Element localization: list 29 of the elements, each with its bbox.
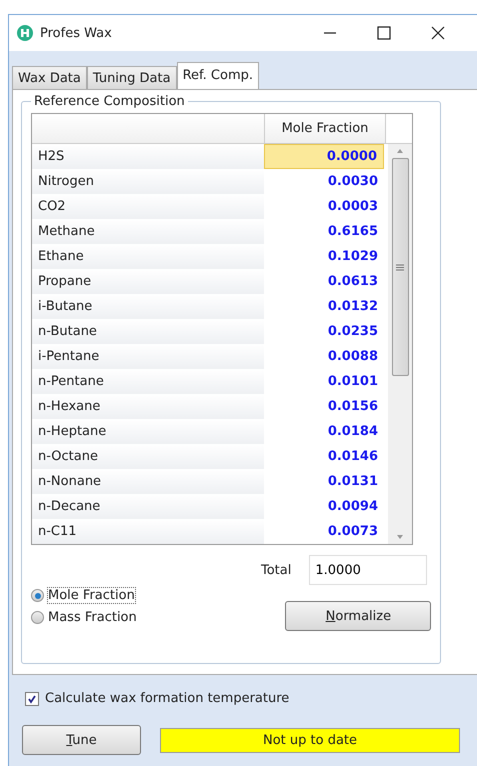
app-logo-icon	[17, 25, 33, 41]
total-label: Total	[261, 562, 292, 578]
radio-label: Mass Fraction	[48, 610, 137, 625]
tab[interactable]: Tuning Data	[86, 66, 177, 89]
status-bar: Not up to date	[160, 728, 460, 752]
checkbox[interactable]	[25, 692, 39, 706]
close-icon[interactable]	[431, 26, 445, 40]
tab[interactable]: Ref. Comp.	[176, 62, 260, 89]
radio-button[interactable]	[31, 611, 44, 624]
window-title: Profes Wax	[40, 26, 112, 40]
checkbox-option[interactable]: Calculate wax formation temperature	[25, 691, 477, 706]
checkbox-label: Calculate wax formation temperature	[45, 691, 290, 706]
radio-button[interactable]	[31, 589, 44, 602]
scroll-down-icon[interactable]	[396, 534, 404, 540]
tab[interactable]: Wax Data	[12, 66, 87, 89]
radio-option[interactable]: Mass Fraction	[31, 610, 261, 625]
normalize-button[interactable]: Normalize	[285, 601, 432, 631]
scroll-up-icon[interactable]	[396, 148, 404, 154]
scrollbar[interactable]	[388, 144, 412, 544]
radio-label: Mole Fraction	[48, 588, 135, 603]
group-title: Reference Composition	[33, 94, 186, 109]
total-field[interactable]: 1.0000	[309, 555, 428, 585]
grip-icon	[396, 264, 404, 270]
scrollbar-thumb[interactable]	[392, 158, 408, 376]
table-cell[interactable]: 0.0000	[264, 144, 384, 169]
radio-option[interactable]: Mole Fraction	[31, 588, 261, 603]
tune-button[interactable]: Tune	[22, 725, 141, 755]
maximize-icon[interactable]	[377, 26, 391, 40]
column-header[interactable]: Mole Fraction	[265, 114, 386, 143]
